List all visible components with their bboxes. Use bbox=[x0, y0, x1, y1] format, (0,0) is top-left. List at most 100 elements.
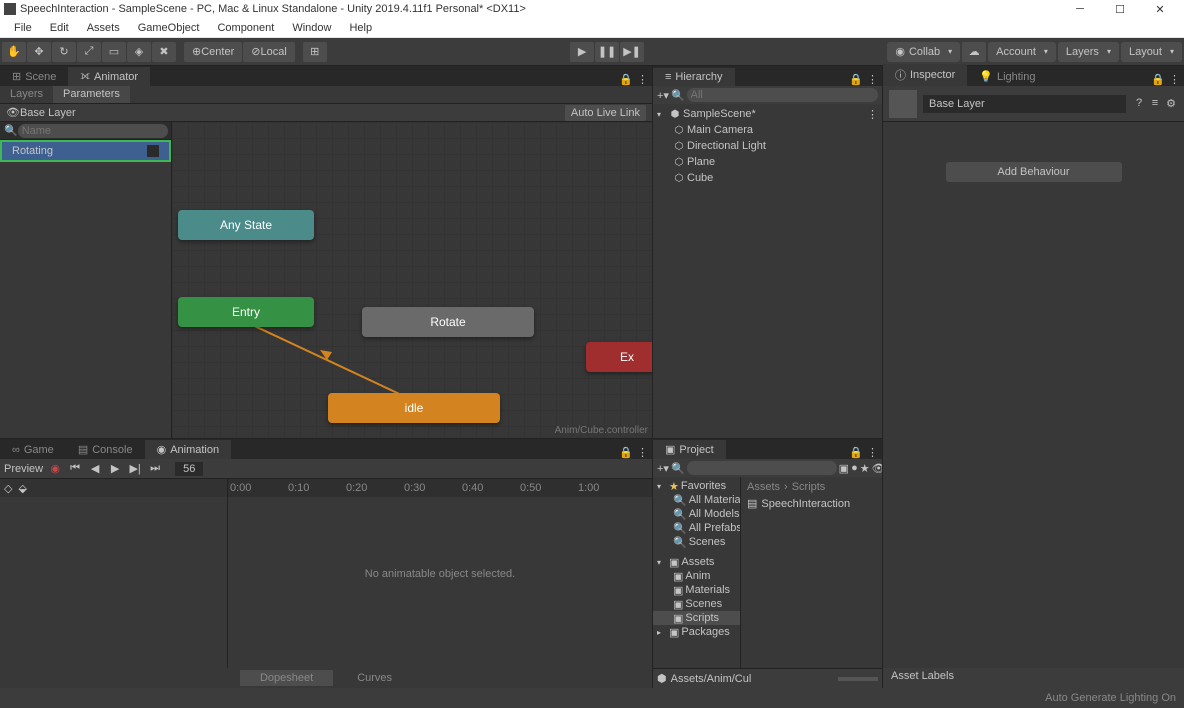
prev-frame-button[interactable]: ◀ bbox=[87, 462, 103, 475]
p-create-dropdown[interactable]: +▾ bbox=[657, 462, 669, 475]
hierarchy-item[interactable]: ⬡Plane bbox=[653, 154, 882, 170]
hand-tool[interactable]: ✋ bbox=[2, 42, 26, 62]
gear-icon[interactable]: ⚙ bbox=[1164, 97, 1178, 111]
preview-label[interactable]: Preview bbox=[4, 463, 43, 475]
add-behaviour-button[interactable]: Add Behaviour bbox=[946, 162, 1122, 182]
next-frame-button[interactable]: ▶| bbox=[127, 462, 143, 475]
script-asset[interactable]: ▤ SpeechInteraction bbox=[743, 495, 880, 512]
fav-item[interactable]: 🔍All Prefabs bbox=[653, 521, 740, 535]
anim-menu-icon[interactable]: ⋮ bbox=[637, 446, 648, 459]
i-menu-icon[interactable]: ⋮ bbox=[1169, 73, 1180, 86]
hierarchy-item[interactable]: ⬡Main Camera bbox=[653, 122, 882, 138]
breadcrumb[interactable]: Assets › Scripts bbox=[743, 479, 880, 495]
project-search[interactable] bbox=[687, 461, 837, 475]
pivot-center[interactable]: ⊕Center bbox=[184, 42, 242, 62]
filter-label-icon[interactable]: ● bbox=[851, 462, 858, 474]
folder-item-scripts[interactable]: ▣Scripts bbox=[653, 611, 740, 625]
menu-gameobject[interactable]: GameObject bbox=[130, 20, 208, 36]
dopesheet-tab[interactable]: Dopesheet bbox=[240, 670, 333, 686]
layers-dropdown[interactable]: Layers bbox=[1058, 42, 1119, 62]
menu-file[interactable]: File bbox=[6, 20, 40, 36]
snap-tool[interactable]: ⊞ bbox=[303, 42, 327, 62]
param-checkbox[interactable] bbox=[147, 145, 159, 157]
play-button[interactable]: ▶ bbox=[570, 42, 594, 62]
zoom-slider[interactable] bbox=[838, 677, 878, 681]
sub-tab-layers[interactable]: Layers bbox=[0, 86, 53, 103]
assets-folder[interactable]: ▾▣Assets bbox=[653, 555, 740, 569]
hierarchy-item[interactable]: ⬡Cube bbox=[653, 170, 882, 186]
menu-assets[interactable]: Assets bbox=[79, 20, 128, 36]
h-menu-icon[interactable]: ⋮ bbox=[867, 73, 878, 86]
menu-help[interactable]: Help bbox=[341, 20, 380, 36]
node-rotate[interactable]: Rotate bbox=[362, 307, 534, 337]
maximize-button[interactable]: ☐ bbox=[1100, 0, 1140, 18]
eye-icon[interactable]: 👁 bbox=[6, 106, 20, 119]
tab-lighting[interactable]: 💡 Lighting bbox=[967, 67, 1047, 86]
tab-hierarchy[interactable]: ≡ Hierarchy bbox=[653, 68, 735, 86]
scene-row[interactable]: ▾⬢ SampleScene* ⋮ bbox=[653, 106, 882, 122]
scene-menu-icon[interactable]: ⋮ bbox=[867, 108, 882, 121]
cloud-icon[interactable]: ☁ bbox=[962, 42, 986, 62]
rect-tool[interactable]: ▭ bbox=[102, 42, 126, 62]
layer-name-field[interactable] bbox=[923, 95, 1126, 113]
fav-item[interactable]: 🔍All Models bbox=[653, 507, 740, 521]
help-icon[interactable]: ? bbox=[1132, 97, 1146, 111]
param-rotating[interactable]: Rotating bbox=[0, 140, 171, 162]
h-lock-icon[interactable]: 🔒 bbox=[849, 73, 863, 86]
move-tool[interactable]: ✥ bbox=[27, 42, 51, 62]
node-idle[interactable]: idle bbox=[328, 393, 500, 423]
minimize-button[interactable]: ─ bbox=[1060, 0, 1100, 18]
create-dropdown[interactable]: +▾ bbox=[657, 89, 669, 102]
curves-tab[interactable]: Curves bbox=[337, 670, 412, 686]
sub-tab-parameters[interactable]: Parameters bbox=[53, 86, 130, 103]
folder-item[interactable]: ▣Materials bbox=[653, 583, 740, 597]
folder-item[interactable]: ▣Anim bbox=[653, 569, 740, 583]
account-dropdown[interactable]: Account bbox=[988, 42, 1056, 62]
first-frame-button[interactable]: ⏮ bbox=[67, 462, 83, 475]
tab-project[interactable]: ▣ Project bbox=[653, 440, 726, 459]
frame-field[interactable]: 56 bbox=[175, 462, 203, 476]
node-exit[interactable]: Ex bbox=[586, 342, 652, 372]
record-button[interactable]: ◉ bbox=[47, 462, 63, 475]
filter-fav-icon[interactable]: ★ bbox=[860, 462, 870, 475]
tab-animator[interactable]: ⟗ Animator bbox=[68, 67, 150, 86]
pause-button[interactable]: ❚❚ bbox=[595, 42, 619, 62]
fav-item[interactable]: 🔍All Materia bbox=[653, 493, 740, 507]
step-button[interactable]: ▶❚ bbox=[620, 42, 644, 62]
menu-edit[interactable]: Edit bbox=[42, 20, 77, 36]
i-lock-icon[interactable]: 🔒 bbox=[1151, 73, 1165, 86]
anim-lock-icon[interactable]: 🔒 bbox=[619, 446, 633, 459]
menu-component[interactable]: Component bbox=[209, 20, 282, 36]
custom-tool[interactable]: ✖ bbox=[152, 42, 176, 62]
tab-scene[interactable]: ⊞ Scene bbox=[0, 67, 68, 86]
transform-tool[interactable]: ◈ bbox=[127, 42, 151, 62]
hierarchy-search[interactable] bbox=[687, 88, 878, 102]
folder-item[interactable]: ▣Scenes bbox=[653, 597, 740, 611]
p-menu-icon[interactable]: ⋮ bbox=[867, 446, 878, 459]
pivot-local[interactable]: ⊘Local bbox=[243, 42, 295, 62]
preset-icon[interactable]: ≡ bbox=[1148, 97, 1162, 111]
animator-graph[interactable]: Any State Entry Rotate idle Ex Anim/Cube… bbox=[172, 122, 652, 438]
param-search-input[interactable] bbox=[18, 124, 168, 138]
hierarchy-item[interactable]: ⬡Directional Light bbox=[653, 138, 882, 154]
tab-lock-icon[interactable]: 🔒 bbox=[619, 73, 633, 86]
scale-tool[interactable]: ⤢ bbox=[77, 42, 101, 62]
favorites-folder[interactable]: ▾★Favorites bbox=[653, 479, 740, 493]
tab-menu-icon[interactable]: ⋮ bbox=[637, 73, 648, 86]
collab-dropdown[interactable]: ◉ Collab bbox=[887, 42, 960, 62]
fav-item[interactable]: 🔍Scenes bbox=[653, 535, 740, 549]
add-key-icon[interactable]: ◇ bbox=[4, 482, 12, 495]
tab-console[interactable]: ▤ Console bbox=[66, 440, 145, 459]
last-frame-button[interactable]: ⏭ bbox=[147, 462, 163, 475]
rotate-tool[interactable]: ↻ bbox=[52, 42, 76, 62]
tab-game[interactable]: ∞ Game bbox=[0, 441, 66, 459]
tab-inspector[interactable]: ⓘ Inspector bbox=[883, 64, 967, 86]
packages-folder[interactable]: ▸▣Packages bbox=[653, 625, 740, 639]
close-button[interactable]: ✕ bbox=[1140, 0, 1180, 18]
menu-window[interactable]: Window bbox=[284, 20, 339, 36]
p-lock-icon[interactable]: 🔒 bbox=[849, 446, 863, 459]
layout-dropdown[interactable]: Layout bbox=[1121, 42, 1182, 62]
play-anim-button[interactable]: ▶ bbox=[107, 462, 123, 475]
node-any-state[interactable]: Any State bbox=[178, 210, 314, 240]
tab-animation[interactable]: ◉ Animation bbox=[145, 440, 232, 459]
